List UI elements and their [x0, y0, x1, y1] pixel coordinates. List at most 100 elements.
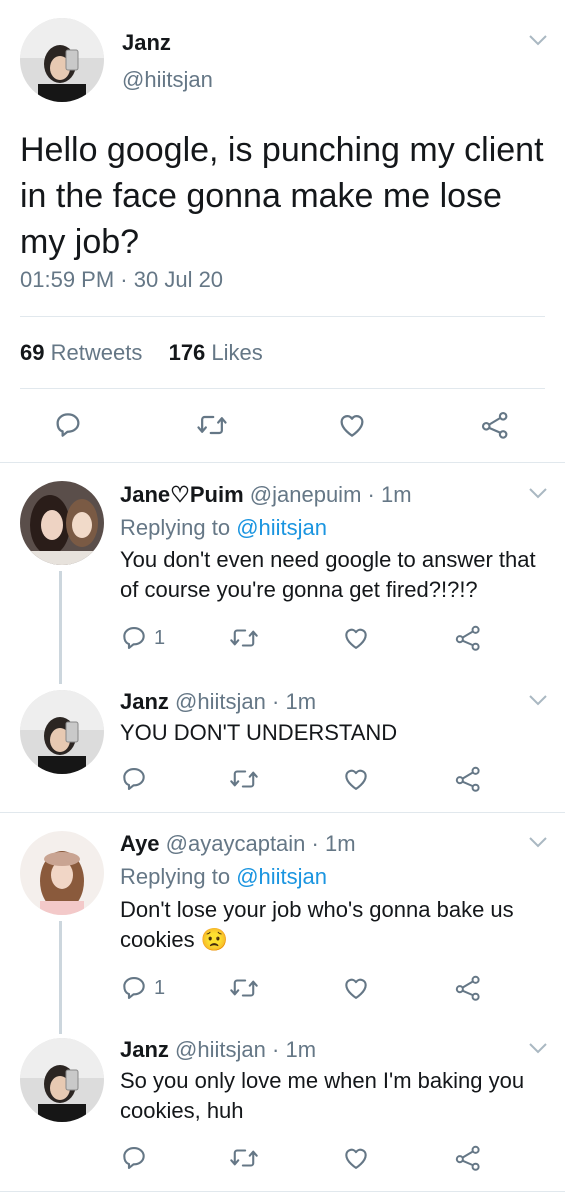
- chevron-down-icon[interactable]: [527, 33, 549, 47]
- share-button[interactable]: [454, 765, 482, 793]
- reply-age: 1m: [380, 482, 412, 507]
- replying-to-prefix: Replying to: [120, 864, 231, 889]
- share-button[interactable]: [454, 1144, 482, 1172]
- replying-to-handle[interactable]: @hiitsjan: [236, 515, 327, 540]
- reply-author-handle[interactable]: @janepuim: [250, 482, 362, 507]
- reply-header: Janz @hiitsjan · 1m: [120, 1037, 316, 1063]
- divider: [0, 1191, 565, 1192]
- like-button[interactable]: [342, 765, 370, 793]
- share-icon: [481, 411, 508, 439]
- retweet-button[interactable]: [196, 410, 228, 440]
- tweet-stats: 69 Retweets 176 Likes: [20, 340, 263, 366]
- retweet-icon: [230, 1149, 258, 1167]
- share-button[interactable]: [480, 410, 510, 440]
- replying-to: Replying to @hiitsjan: [120, 515, 327, 541]
- reply-author-name[interactable]: Janz: [120, 1037, 169, 1062]
- thread-line: [59, 571, 62, 684]
- tweet-date: 30 Jul 20: [133, 267, 224, 292]
- reply-text: You don't even need google to answer tha…: [120, 547, 536, 602]
- reply-text: Don't lose your job who's gonna bake us …: [120, 897, 514, 952]
- share-icon: [455, 625, 480, 651]
- like-icon: [345, 769, 367, 790]
- reply-age: 1m: [325, 831, 356, 856]
- worried-face-emoji: 😟: [200, 927, 229, 952]
- reply-text: So you only love me when I'm baking you …: [120, 1068, 525, 1123]
- reply-age: 1m: [285, 689, 317, 714]
- separator: ·: [120, 267, 128, 292]
- like-count: 176: [168, 340, 206, 365]
- chevron-down-icon[interactable]: [527, 693, 549, 707]
- chevron-down-icon[interactable]: [527, 1041, 549, 1055]
- avatar-janepuim[interactable]: [20, 481, 104, 565]
- retweet-button[interactable]: [229, 765, 259, 793]
- like-button[interactable]: [342, 974, 370, 1002]
- reply-button[interactable]: [120, 765, 148, 793]
- divider: [20, 388, 545, 389]
- retweet-icon: [230, 770, 258, 788]
- tweet-text: Hello google, is punching my client in t…: [20, 131, 544, 261]
- share-icon: [455, 766, 480, 792]
- retweet-button[interactable]: [229, 624, 259, 652]
- reply-age: 1m: [285, 1037, 317, 1062]
- replying-to-prefix: Replying to: [120, 515, 231, 540]
- tweet-time: 01:59 PM: [20, 267, 115, 292]
- reply-icon: [56, 413, 80, 437]
- reply-text: YOU DON'T UNDERSTAND: [120, 720, 398, 745]
- share-icon: [455, 975, 480, 1001]
- divider: [0, 812, 565, 813]
- reply-count: 1: [154, 626, 166, 649]
- replying-to: Replying to @hiitsjan: [120, 864, 327, 890]
- likes-label: Likes: [211, 340, 263, 365]
- divider: [20, 316, 545, 317]
- reply-header: Janz @hiitsjan · 1m: [120, 689, 316, 715]
- reply-author-handle[interactable]: @hiitsjan: [175, 689, 266, 714]
- reply-button[interactable]: 1: [120, 974, 165, 1002]
- avatar-janz[interactable]: [20, 1038, 104, 1122]
- tweet-timestamp: 01:59 PM · 30 Jul 20: [20, 267, 223, 293]
- reply-author-handle[interactable]: @ayaycaptain: [166, 831, 306, 856]
- reply-author-name[interactable]: Aye: [120, 831, 160, 856]
- retweets-label: Retweets: [50, 340, 143, 365]
- reply-text-container: Don't lose your job who's gonna bake us …: [120, 895, 560, 955]
- likes-link[interactable]: 176 Likes: [169, 340, 263, 365]
- chevron-down-icon[interactable]: [527, 835, 549, 849]
- divider: [0, 462, 565, 463]
- author-name[interactable]: Janz: [122, 30, 171, 56]
- retweet-button[interactable]: [229, 974, 259, 1002]
- reply-button[interactable]: 1: [120, 624, 165, 652]
- reply-button[interactable]: [120, 1144, 148, 1172]
- share-button[interactable]: [454, 974, 482, 1002]
- separator: ·: [367, 482, 375, 507]
- thread-line: [59, 921, 62, 1034]
- like-icon: [340, 415, 364, 437]
- retweet-count: 69: [20, 340, 45, 365]
- reply-icon: [123, 977, 145, 999]
- chevron-down-icon[interactable]: [527, 486, 549, 500]
- reply-header: Jane♡Puim @janepuim · 1m: [120, 482, 412, 508]
- share-button[interactable]: [454, 624, 482, 652]
- like-button[interactable]: [342, 1144, 370, 1172]
- avatar-aye[interactable]: [20, 831, 104, 915]
- retweet-icon: [230, 979, 258, 997]
- avatar-janz[interactable]: [20, 690, 104, 774]
- like-icon: [345, 628, 367, 649]
- author-handle[interactable]: @hiitsjan: [122, 67, 213, 93]
- avatar-janz[interactable]: [20, 18, 104, 102]
- like-icon: [345, 978, 367, 999]
- like-button[interactable]: [342, 624, 370, 652]
- reply-author-name[interactable]: Janz: [120, 689, 169, 714]
- reply-icon: [123, 627, 145, 649]
- reply-author-handle[interactable]: @hiitsjan: [175, 1037, 266, 1062]
- reply-button[interactable]: [53, 410, 83, 440]
- retweet-icon: [197, 415, 227, 435]
- reply-author-name[interactable]: Jane♡Puim: [120, 482, 244, 507]
- replying-to-handle[interactable]: @hiitsjan: [236, 864, 327, 889]
- separator: ·: [311, 831, 319, 856]
- share-icon: [455, 1145, 480, 1171]
- retweets-link[interactable]: 69 Retweets: [20, 340, 142, 365]
- separator: ·: [272, 689, 280, 714]
- retweet-button[interactable]: [229, 1144, 259, 1172]
- reply-icon: [123, 768, 145, 790]
- like-button[interactable]: [337, 410, 367, 440]
- retweet-icon: [230, 629, 258, 647]
